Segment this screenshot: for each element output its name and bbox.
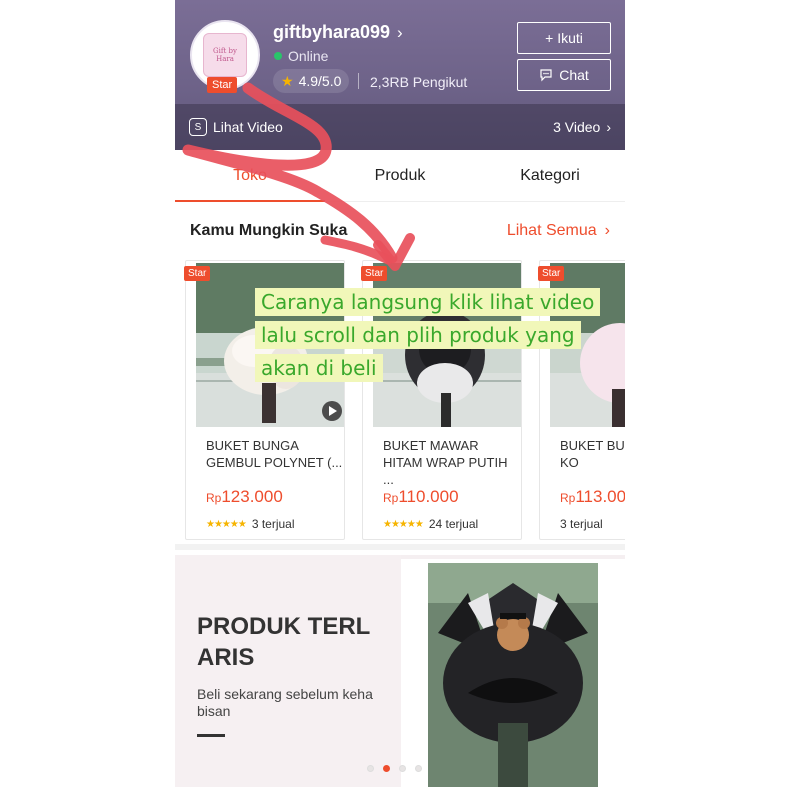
watch-video-link[interactable]: S Lihat Video [189,118,283,136]
star-icon: ★ [281,72,294,89]
banner-subtitle: Beli sekarang sebelum keha bisan [197,686,373,719]
shop-header: Gift by Hara Star giftbyhara099 › Online… [175,0,625,150]
divider [358,73,359,89]
watch-video-label: Lihat Video [213,119,283,135]
video-icon: S [189,118,207,136]
sold-count: 3 terjual [251,517,295,531]
tab-label: Kategori [520,166,580,184]
sold-count: 24 terjual [428,517,479,531]
follower-count: 2,3RB Pengikut [370,74,468,90]
section-title: Kamu Mungkin Suka [190,222,348,239]
chat-label: Chat [559,67,589,83]
star-seller-badge: Star [538,266,565,281]
banner-image-panel [401,559,625,790]
tab-label: Toko [233,166,267,184]
online-status-dot [274,52,282,60]
price-value: 110.000 [398,487,459,506]
follow-button[interactable]: + Ikuti [517,22,611,54]
video-bar[interactable]: S Lihat Video 3 Video › [175,104,625,150]
chat-icon [540,69,552,82]
rating-pill: ★ 4.9/5.0 [273,69,350,93]
follow-label: + Ikuti [545,30,583,46]
banner-underline [197,734,225,737]
see-all-link[interactable]: Lihat Semua › [507,222,610,240]
product-title[interactable]: BUKET MAWAR HITAM WRAP PUTIH ... [383,437,521,488]
product-meta: ★★★★★ 24 terjual [383,517,478,531]
star-seller-badge: Star [361,266,388,281]
chevron-right-icon: › [606,119,611,135]
banner-title: PRODUK TERL ARIS [197,613,370,671]
pagination-dot[interactable] [415,765,422,772]
tab-kategori[interactable]: Kategori [475,150,625,201]
product-price: Rp113.00 [560,487,625,507]
price-value: 123.000 [221,487,283,506]
instruction-annotation: Caranya langsung klik lihat video lalu s… [255,286,617,385]
section-divider [175,544,625,550]
product-title[interactable]: BUKET BUNGA GEMBUL POLYNET (... [206,437,344,471]
bouquet-photo [428,563,598,787]
chevron-right-icon: › [604,222,610,239]
price-value: 113.00 [575,487,625,506]
tab-produk[interactable]: Produk [325,150,475,201]
product-meta: ★★★★★ 3 terjual [206,517,295,531]
shop-rating: 4.9/5.0 [298,73,342,89]
avatar-logo: Gift by Hara [203,33,247,77]
pagination-dot[interactable] [399,765,406,772]
promo-banner[interactable]: PRODUK TERL ARIS Beli sekarang sebelum k… [175,555,625,790]
annotation-text: Caranya langsung klik lihat video lalu s… [255,288,601,382]
video-count-link[interactable]: 3 Video › [553,119,611,135]
sold-count: 3 terjual [560,517,603,531]
currency: Rp [383,491,399,505]
chevron-right-icon[interactable]: › [397,23,403,43]
banner-pagination[interactable] [367,765,422,772]
product-price: Rp110.000 [383,487,459,507]
star-seller-badge: Star [184,266,211,281]
shop-tabs: Toko Produk Kategori [175,150,625,202]
product-price: Rp123.000 [206,487,283,507]
chat-button[interactable]: Chat [517,59,611,91]
video-count: 3 Video [553,119,601,135]
banner-text-panel: PRODUK TERL ARIS Beli sekarang sebelum k… [175,555,401,787]
rating-stars: ★★★★★ [383,518,424,530]
currency: Rp [560,491,576,505]
product-title[interactable]: BUKET BUN VINTAGE KO [560,437,625,471]
shop-page: Gift by Hara Star giftbyhara099 › Online… [175,0,625,790]
see-all-label: Lihat Semua [506,222,597,239]
recommendation-header: Kamu Mungkin Suka Lihat Semua › [175,202,625,260]
rating-stars: ★★★★★ [206,518,247,530]
pagination-dot[interactable] [367,765,374,772]
online-status: Online [288,48,329,64]
currency: Rp [206,491,222,505]
tab-toko[interactable]: Toko [175,150,325,202]
shop-name[interactable]: giftbyhara099 [273,22,390,43]
pagination-dot-active[interactable] [383,765,390,772]
tab-label: Produk [374,166,426,184]
product-meta: 3 terjual [560,517,603,531]
star-seller-badge: Star [207,77,238,93]
